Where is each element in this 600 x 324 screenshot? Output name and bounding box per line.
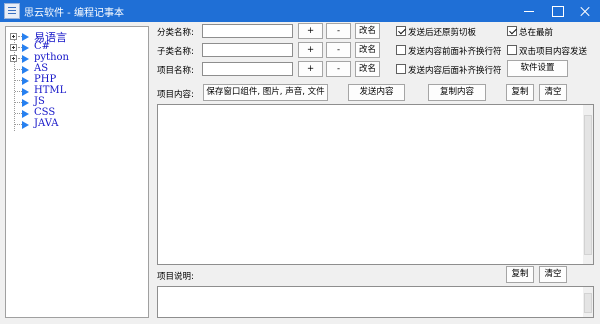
tree-item-label: AS [34, 63, 49, 74]
item-name-input[interactable] [202, 62, 293, 76]
description-copy-button[interactable]: 复制 [506, 266, 534, 283]
tree-item-css[interactable]: CSS [6, 107, 146, 119]
description-label: 项目说明: [157, 272, 194, 282]
tree-item-html[interactable]: HTML [6, 85, 146, 97]
checkbox-checked-icon [507, 26, 517, 36]
item-rename-button[interactable]: 改名 [355, 61, 380, 77]
newline-after-label: 发送内容后面补齐换行符 [408, 66, 502, 76]
close-button[interactable] [571, 0, 599, 22]
window-title: 思云软件 - 编程记事本 [24, 8, 124, 19]
title-bar: 思云软件 - 编程记事本 [0, 0, 600, 22]
tree-item-php[interactable]: PHP [6, 74, 146, 86]
description-textarea[interactable] [157, 286, 594, 318]
maximize-button[interactable] [543, 0, 571, 22]
send-content-button[interactable]: 发送内容 [348, 84, 405, 101]
content-copy-button[interactable]: 复制 [506, 84, 534, 101]
expand-icon[interactable] [10, 33, 17, 40]
content-textarea[interactable] [157, 104, 594, 265]
subcategory-label: 子类名称: [157, 47, 194, 57]
subcategory-add-button[interactable]: + [298, 42, 323, 58]
always-on-top-checkbox[interactable]: 总在最前 [507, 26, 567, 38]
restore-clipboard-checkbox[interactable]: 发送后还原剪切板 [396, 26, 496, 38]
item-name-label: 项目名称: [157, 66, 194, 76]
category-input[interactable] [202, 24, 293, 38]
node-arrow-icon [22, 44, 29, 52]
tree-item-label: PHP [34, 74, 57, 85]
description-scrollbar[interactable] [583, 287, 593, 317]
tree-item-python[interactable]: python [6, 52, 146, 64]
software-settings-button[interactable]: 软件设置 [507, 60, 568, 77]
category-tree[interactable]: 易语言 C# python AS PHP HTML JS CSS JAVA [5, 26, 149, 318]
subcategory-rename-button[interactable]: 改名 [355, 42, 380, 58]
category-label: 分类名称: [157, 28, 194, 38]
tree-item-yiyuyan[interactable]: 易语言 [6, 31, 146, 44]
tree-item-js[interactable]: JS [6, 96, 146, 108]
content-clear-button[interactable]: 清空 [539, 84, 567, 101]
tree-item-label: HTML [34, 85, 67, 96]
item-remove-button[interactable]: - [326, 61, 351, 77]
double-click-send-checkbox[interactable]: 双击项目内容发送 [507, 45, 593, 57]
newline-before-label: 发送内容前面补齐换行符 [408, 47, 502, 57]
checkbox-icon [396, 45, 406, 55]
node-arrow-icon [22, 121, 29, 129]
description-scrollbar-thumb[interactable] [584, 293, 592, 313]
node-arrow-icon [22, 88, 29, 96]
minimize-button[interactable] [515, 0, 543, 22]
tree-item-csharp[interactable]: C# [6, 41, 146, 53]
tree-item-label: CSS [34, 107, 56, 118]
category-remove-button[interactable]: - [326, 23, 351, 39]
checkbox-checked-icon [396, 26, 406, 36]
node-arrow-icon [22, 77, 29, 85]
subcategory-input[interactable] [202, 43, 293, 57]
copy-content-button[interactable]: 复制内容 [428, 84, 486, 101]
checkbox-icon [396, 64, 406, 74]
node-arrow-icon [22, 99, 29, 107]
checkbox-icon [507, 45, 517, 55]
category-rename-button[interactable]: 改名 [355, 23, 380, 39]
always-on-top-label: 总在最前 [519, 28, 554, 38]
double-click-send-label: 双击项目内容发送 [519, 47, 588, 57]
description-clear-button[interactable]: 清空 [539, 266, 567, 283]
app-icon [4, 3, 20, 19]
item-add-button[interactable]: + [298, 61, 323, 77]
save-resources-button[interactable]: 保存窗口组件, 图片, 声音, 文件 [203, 84, 328, 101]
tree-item-as[interactable]: AS [6, 63, 146, 75]
tree-item-label: python [34, 52, 69, 63]
tree-item-label: JAVA [34, 118, 59, 129]
content-scrollbar[interactable] [583, 105, 593, 264]
content-label: 项目内容: [157, 90, 194, 100]
node-arrow-icon [22, 55, 29, 63]
tree-item-java[interactable]: JAVA [6, 118, 146, 130]
node-arrow-icon [22, 110, 29, 118]
newline-before-checkbox[interactable]: 发送内容前面补齐换行符 [396, 45, 504, 57]
tree-item-label: C# [34, 41, 51, 52]
expand-icon[interactable] [10, 44, 17, 51]
node-arrow-icon [22, 66, 29, 74]
subcategory-remove-button[interactable]: - [326, 42, 351, 58]
node-arrow-icon [22, 33, 29, 41]
tree-item-label: JS [34, 96, 45, 107]
expand-icon[interactable] [10, 55, 17, 62]
category-add-button[interactable]: + [298, 23, 323, 39]
restore-clipboard-label: 发送后还原剪切板 [408, 28, 477, 38]
content-scrollbar-thumb[interactable] [584, 115, 592, 255]
newline-after-checkbox[interactable]: 发送内容后面补齐换行符 [396, 64, 504, 76]
